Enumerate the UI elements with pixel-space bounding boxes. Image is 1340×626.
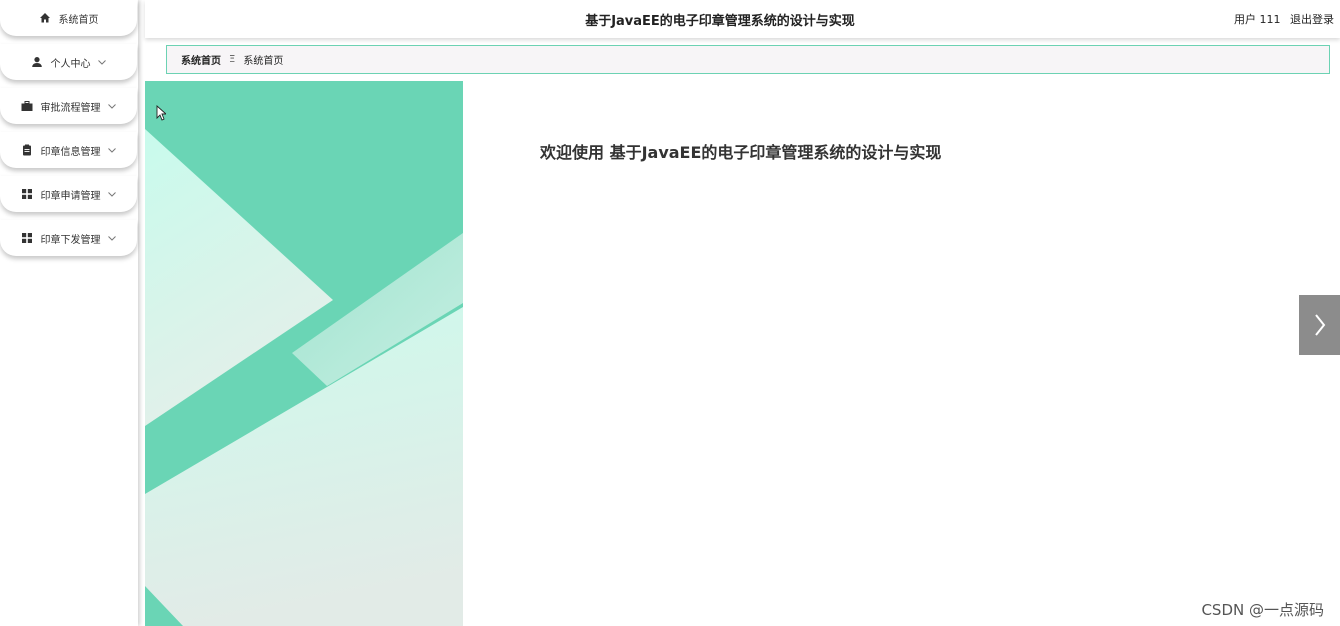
home-icon xyxy=(39,12,51,24)
mouse-cursor-icon xyxy=(156,105,166,121)
sidebar-item-seal-application[interactable]: 印章申请管理 xyxy=(0,176,137,212)
user-icon xyxy=(31,56,43,68)
sidebar-item-label: 印章下发管理 xyxy=(40,234,101,246)
breadcrumb-home[interactable]: 系统首页 xyxy=(181,52,221,67)
sidebar-item-label: 审批流程管理 xyxy=(40,102,101,114)
clipboard-icon xyxy=(21,144,33,156)
chevron-down-icon xyxy=(107,101,117,111)
chevron-down-icon xyxy=(107,145,117,155)
grid-icon xyxy=(21,232,33,244)
chevron-down-icon xyxy=(107,233,117,243)
watermark: CSDN @一点源码 xyxy=(1201,601,1324,619)
breadcrumb-current: 系统首页 xyxy=(243,56,284,67)
sidebar-item-seal-distribution[interactable]: 印章下发管理 xyxy=(0,220,137,256)
app-title: 基于JavaEE的电子印章管理系统的设计与实现 xyxy=(585,13,855,29)
sidebar-item-home[interactable]: 系统首页 xyxy=(0,0,137,36)
grid-icon xyxy=(21,188,33,200)
sidebar-item-label: 印章申请管理 xyxy=(40,190,101,202)
chevron-down-icon xyxy=(97,57,107,67)
sidebar-item-label: 个人中心 xyxy=(50,58,91,70)
sidebar-item-label: 印章信息管理 xyxy=(40,146,101,158)
breadcrumb: 系统首页 Ξ 系统首页 xyxy=(166,45,1330,74)
welcome-message: 欢迎使用 基于JavaEE的电子印章管理系统的设计与实现 xyxy=(540,143,942,162)
welcome-banner-image xyxy=(145,81,463,626)
sidebar-item-seal-info[interactable]: 印章信息管理 xyxy=(0,132,137,168)
chevron-right-icon xyxy=(1314,314,1325,336)
sidebar-item-personal-center[interactable]: 个人中心 xyxy=(0,44,137,80)
app-root: 系统首页 个人中心 审批流程管理 印章信息管理 印章申请管理 印章下发管理 基于… xyxy=(0,0,1340,626)
breadcrumb-separator: Ξ xyxy=(229,54,236,65)
sidebar: 系统首页 个人中心 审批流程管理 印章信息管理 印章申请管理 印章下发管理 xyxy=(0,0,138,626)
chevron-down-icon xyxy=(107,189,117,199)
next-slide-button[interactable] xyxy=(1299,295,1340,355)
sidebar-item-approval-flow[interactable]: 审批流程管理 xyxy=(0,88,137,124)
user-prefix: 用户 xyxy=(1234,13,1256,26)
top-header: 基于JavaEE的电子印章管理系统的设计与实现 用户 111 退出登录 xyxy=(145,0,1340,38)
briefcase-icon xyxy=(21,100,33,112)
logout-button[interactable]: 退出登录 xyxy=(1290,11,1334,27)
user-info: 用户 111 退出登录 xyxy=(1234,11,1334,27)
sidebar-item-label: 系统首页 xyxy=(58,14,99,26)
username: 111 xyxy=(1259,13,1281,26)
